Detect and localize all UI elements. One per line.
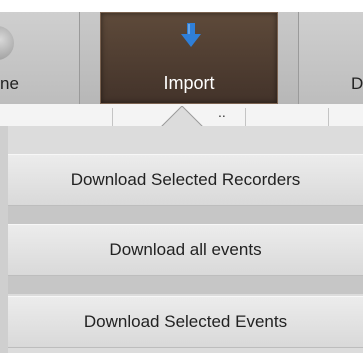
toolbar-left-label: ne (0, 74, 19, 93)
tab-divider (112, 108, 113, 126)
toolbar-right-label: D (351, 74, 363, 93)
download-all-events-item[interactable]: Download all events (8, 224, 363, 276)
menu-item-label: Download Selected Recorders (70, 170, 301, 189)
import-button[interactable]: Import (100, 12, 278, 104)
menu-separator (8, 206, 363, 224)
dropdown-pointer (160, 106, 205, 128)
import-label: Import (163, 73, 215, 93)
dropdown-left-edge (0, 126, 8, 353)
toolbar: ne Import D (0, 12, 363, 104)
circle-icon (0, 26, 14, 60)
app-window: ne Import D .. Download Selected Recorde… (0, 0, 363, 353)
top-strip (0, 0, 363, 12)
menu-item-label: Download Selected Events (83, 312, 288, 331)
download-selected-recorders-item[interactable]: Download Selected Recorders (8, 154, 363, 206)
menu-separator (8, 276, 363, 294)
toolbar-button-right[interactable]: D (298, 12, 363, 104)
tab-ellipsis: .. (218, 104, 226, 120)
download-selected-events-item[interactable]: Download Selected Events (8, 296, 363, 348)
tab-divider (245, 108, 246, 126)
download-arrow-icon (181, 23, 201, 47)
toolbar-button-left[interactable]: ne (0, 12, 80, 104)
menu-item-label: Download all events (109, 240, 262, 259)
tab-divider (328, 108, 329, 126)
